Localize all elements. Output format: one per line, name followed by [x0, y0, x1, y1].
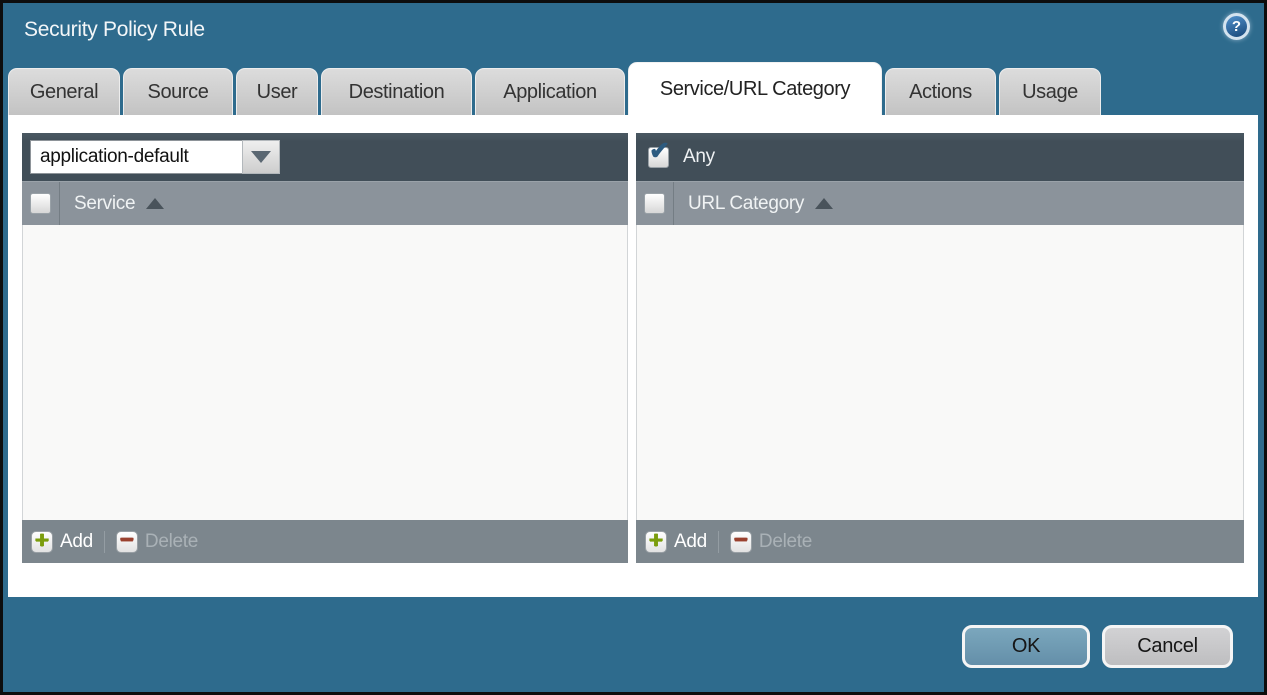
url-category-panel-header: ✔ Any	[636, 133, 1244, 181]
icon-frame: +	[645, 531, 667, 553]
checkbox-cell	[636, 182, 674, 225]
service-add-button[interactable]: + Add	[31, 531, 93, 553]
minus-icon: −	[120, 531, 134, 552]
security-policy-rule-dialog: Security Policy Rule ? General Source Us…	[0, 0, 1267, 695]
any-label: Any	[683, 146, 715, 168]
service-type-dropdown[interactable]	[30, 140, 280, 174]
delete-label: Delete	[759, 531, 812, 553]
any-checkbox[interactable]: ✔	[648, 147, 669, 168]
help-icon[interactable]: ?	[1223, 13, 1250, 40]
service-toolbar: + Add − Delete	[22, 520, 628, 563]
service-panel-header	[22, 133, 628, 181]
url-category-panel: ✔ Any URL Category + Add	[636, 133, 1244, 563]
sort-asc-icon[interactable]	[146, 198, 164, 209]
service-list	[22, 225, 628, 520]
url-category-add-button[interactable]: + Add	[645, 531, 707, 553]
minus-icon: −	[734, 531, 748, 552]
tab-service-url-category[interactable]: Service/URL Category	[628, 62, 882, 115]
service-column-label: Service	[74, 193, 135, 215]
url-category-list	[636, 225, 1244, 520]
dropdown-open-button[interactable]	[242, 140, 280, 174]
plus-icon: +	[649, 531, 663, 553]
toolbar-separator	[718, 531, 719, 553]
ok-button[interactable]: OK	[962, 625, 1090, 668]
chevron-down-icon	[251, 151, 271, 163]
checkbox-cell	[22, 182, 60, 225]
url-category-toolbar: + Add − Delete	[636, 520, 1244, 563]
tab-application[interactable]: Application	[475, 68, 625, 115]
url-category-select-all-checkbox[interactable]	[644, 193, 665, 214]
plus-icon: +	[35, 531, 49, 553]
icon-frame: −	[116, 531, 138, 553]
cancel-button[interactable]: Cancel	[1102, 625, 1233, 668]
url-category-column-header: URL Category	[636, 181, 1244, 225]
service-delete-button[interactable]: − Delete	[116, 531, 198, 553]
any-checkbox-row[interactable]: ✔ Any	[648, 146, 715, 168]
tab-user[interactable]: User	[236, 68, 318, 115]
service-panel: Service + Add − Delete	[22, 133, 628, 563]
add-label: Add	[60, 531, 93, 553]
icon-frame: +	[31, 531, 53, 553]
tab-source[interactable]: Source	[123, 68, 233, 115]
tab-actions[interactable]: Actions	[885, 68, 996, 115]
toolbar-separator	[104, 531, 105, 553]
service-type-input[interactable]	[30, 140, 242, 174]
tab-bar: General Source User Destination Applicat…	[8, 62, 1101, 115]
add-label: Add	[674, 531, 707, 553]
url-category-delete-button[interactable]: − Delete	[730, 531, 812, 553]
icon-frame: −	[730, 531, 752, 553]
sort-asc-icon[interactable]	[815, 198, 833, 209]
service-select-all-checkbox[interactable]	[30, 193, 51, 214]
checkmark-icon: ✔	[649, 139, 670, 164]
tab-destination[interactable]: Destination	[321, 68, 472, 115]
url-category-column-label: URL Category	[688, 193, 804, 215]
tab-usage[interactable]: Usage	[999, 68, 1101, 115]
tab-content: Service + Add − Delete	[8, 115, 1258, 597]
dialog-title: Security Policy Rule	[24, 18, 205, 42]
tab-general[interactable]: General	[8, 68, 120, 115]
service-column-header: Service	[22, 181, 628, 225]
delete-label: Delete	[145, 531, 198, 553]
